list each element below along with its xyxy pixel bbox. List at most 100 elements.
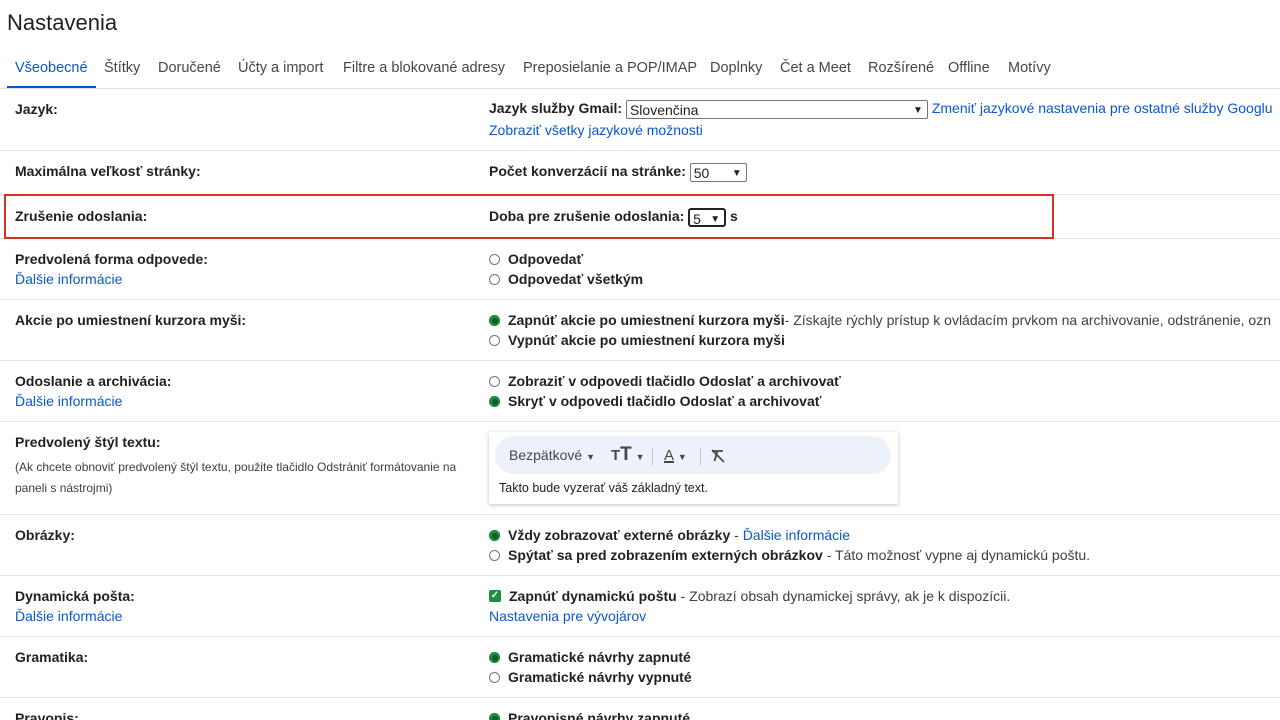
radio-icon[interactable] (489, 253, 500, 265)
tab-chat-meet[interactable]: Čet a Meet (780, 50, 851, 86)
ask-before-images-option[interactable]: Spýtať sa pred zobrazením externých obrá… (489, 547, 1090, 563)
radio-selected-icon[interactable] (489, 395, 500, 407)
text-color-icon: A (664, 447, 675, 464)
always-show-images-option[interactable]: Vždy zobrazovať externé obrázky - Ďalšie… (489, 527, 850, 543)
grammar-row: Gramatika: Gramatické návrhy zapnuté Gra… (0, 637, 1280, 698)
radio-selected-icon[interactable] (489, 651, 500, 663)
font-select-label: Bezpätkové (509, 447, 583, 463)
text-style-label: Predvolený štýl textu: (15, 434, 161, 450)
spelling-label: Pravopis: (15, 710, 79, 720)
reply-all-option[interactable]: Odpovedať všetkým (489, 271, 643, 287)
reply-default-label: Predvolená forma odpovede: (15, 251, 208, 267)
checkbox-checked-icon[interactable]: ✓ (489, 590, 501, 602)
radio-selected-icon[interactable] (489, 314, 500, 326)
language-label: Jazyk: (15, 101, 58, 117)
page-size-row: Maximálna veľkosť stránky: Počet konverz… (0, 151, 1280, 195)
hide-send-archive-label: Skryť v odpovedi tlačidlo Odoslať a arch… (508, 393, 822, 409)
spelling-row: Pravopis: Pravopisné návrhy zapnuté (0, 698, 1280, 720)
radio-icon[interactable] (489, 334, 500, 346)
tab-themes[interactable]: Motívy (1008, 50, 1051, 86)
reply-option[interactable]: Odpovedať (489, 251, 583, 267)
tab-offline[interactable]: Offline (948, 50, 990, 86)
remove-formatting-icon (711, 449, 725, 463)
dynamic-mail-more-link[interactable]: Ďalšie informácie (15, 608, 122, 624)
language-field: Jazyk služby Gmail: Slovenčina ▼ Zmeniť j… (489, 100, 1273, 119)
ask-before-images-desc: - Táto možnosť vypne aj dynamickú poštu. (822, 547, 1091, 563)
caret-down-icon: ▼ (635, 452, 645, 462)
page-size-value: 50 (693, 165, 710, 181)
text-size-icon: TT (611, 444, 632, 465)
spelling-on-option[interactable]: Pravopisné návrhy zapnuté (489, 710, 690, 720)
grammar-on-label: Gramatické návrhy zapnuté (508, 649, 691, 665)
language-select[interactable]: Slovenčina ▼ (625, 100, 928, 119)
images-more-link[interactable]: Ďalšie informácie (743, 527, 850, 543)
ask-before-images-label: Spýtať sa pred zobrazením externých obrá… (508, 547, 823, 563)
radio-selected-icon[interactable] (489, 712, 500, 720)
language-row: Jazyk: Jazyk služby Gmail: Slovenčina ▼ Z… (0, 89, 1280, 151)
page-size-select[interactable]: 50 ▼ (689, 163, 747, 182)
grammar-off-option[interactable]: Gramatické návrhy vypnuté (489, 669, 692, 685)
tab-addons[interactable]: Doplnky (710, 50, 762, 86)
text-style-editor: Bezpätkové ▼ TT ▼ A ▼ Takto bude vyzerať… (489, 432, 898, 504)
grammar-label: Gramatika: (15, 649, 89, 665)
tab-labels[interactable]: Štítky (104, 50, 140, 86)
settings-tabs: Všeobecné Štítky Doručené Účty a import … (0, 50, 1280, 89)
developer-settings-link[interactable]: Nastavenia pre vývojárov (489, 608, 646, 624)
radio-selected-icon[interactable] (489, 529, 500, 541)
text-preview: Takto bude vyzerať váš základný text. (499, 481, 708, 495)
hover-on-label: Zapnúť akcie po umiestnení kurzora myši (508, 312, 785, 328)
reply-all-option-label: Odpovedať všetkým (508, 271, 644, 287)
dynamic-mail-row: Dynamická pošta: Ďalšie informácie ✓ Zapn… (0, 576, 1280, 637)
send-archive-label: Odoslanie a archivácia: (15, 373, 172, 389)
page-size-field: Počet konverzácií na stránke: 50 ▼ (489, 163, 747, 182)
dynamic-mail-checkbox-label: Zapnúť dynamickú poštu (509, 588, 677, 604)
hover-actions-label: Akcie po umiestnení kurzora myši: (15, 312, 247, 328)
show-send-archive-label: Zobraziť v odpovedi tlačidlo Odoslať a a… (508, 373, 841, 389)
tab-filters[interactable]: Filtre a blokované adresy (343, 50, 505, 86)
send-archive-row: Odoslanie a archivácia: Ďalšie informáci… (0, 361, 1280, 422)
caret-down-icon: ▼ (677, 452, 687, 462)
images-label: Obrázky: (15, 527, 75, 543)
language-field-label: Jazyk služby Gmail: (489, 100, 623, 117)
text-color-button[interactable]: A ▼ (664, 436, 687, 474)
hover-off-label: Vypnúť akcie po umiestnení kurzora myši (508, 332, 785, 348)
text-style-note: (Ak chcete obnoviť predvolený štýl textu… (15, 460, 457, 495)
tab-forwarding[interactable]: Preposielanie a POP/IMAP (523, 50, 697, 86)
spelling-on-label: Pravopisné návrhy zapnuté (508, 710, 691, 720)
remove-formatting-button[interactable] (709, 436, 727, 474)
hover-off-option[interactable]: Vypnúť akcie po umiestnení kurzora myši (489, 332, 785, 348)
grammar-on-option[interactable]: Gramatické návrhy zapnuté (489, 649, 691, 665)
reply-default-more-link[interactable]: Ďalšie informácie (15, 271, 122, 287)
font-select[interactable]: Bezpätkové ▼ (509, 436, 595, 474)
tab-general[interactable]: Všeobecné (7, 50, 96, 88)
radio-icon[interactable] (489, 273, 500, 285)
caret-down-icon: ▼ (586, 452, 595, 462)
tab-inbox[interactable]: Doručené (158, 50, 221, 86)
language-select-value: Slovenčina (629, 102, 699, 118)
tab-advanced[interactable]: Rozšírené (868, 50, 934, 86)
dynamic-mail-checkbox-row[interactable]: ✓ Zapnúť dynamickú poštu - Zobrazí obsah … (489, 588, 1010, 604)
radio-icon[interactable] (489, 549, 500, 561)
chevron-down-icon: ▼ (913, 105, 923, 116)
page-size-label: Maximálna veľkosť stránky: (15, 163, 201, 179)
page-size-field-label: Počet konverzácií na stránke: (489, 163, 686, 180)
radio-icon[interactable] (489, 671, 500, 683)
hover-on-option[interactable]: Zapnúť akcie po umiestnení kurzora myši … (489, 312, 1271, 328)
reply-option-label: Odpovedať (508, 251, 584, 267)
send-archive-more-link[interactable]: Ďalšie informácie (15, 393, 122, 409)
format-toolbar: Bezpätkové ▼ TT ▼ A ▼ (495, 436, 891, 474)
toolbar-divider (652, 448, 653, 466)
reply-default-row: Predvolená forma odpovede: Ďalšie inform… (0, 239, 1280, 300)
page-title: Nastavenia (7, 10, 118, 35)
radio-icon[interactable] (489, 375, 500, 387)
dynamic-mail-desc: - Zobrazí obsah dynamickej správy, ak je… (676, 588, 1011, 604)
show-send-archive-option[interactable]: Zobraziť v odpovedi tlačidlo Odoslať a a… (489, 373, 841, 389)
hide-send-archive-option[interactable]: Skryť v odpovedi tlačidlo Odoslať a arch… (489, 393, 821, 409)
tab-accounts-import[interactable]: Účty a import (238, 50, 323, 86)
all-language-options-link[interactable]: Zobraziť všetky jazykové možnosti (489, 122, 703, 138)
toolbar-divider (700, 448, 701, 466)
change-language-link[interactable]: Zmeniť jazykové nastavenia pre ostatné s… (932, 100, 1273, 116)
font-size-button[interactable]: TT ▼ (611, 436, 645, 474)
dynamic-mail-label: Dynamická pošta: (15, 588, 135, 604)
always-show-images-label: Vždy zobrazovať externé obrázky (508, 527, 731, 543)
